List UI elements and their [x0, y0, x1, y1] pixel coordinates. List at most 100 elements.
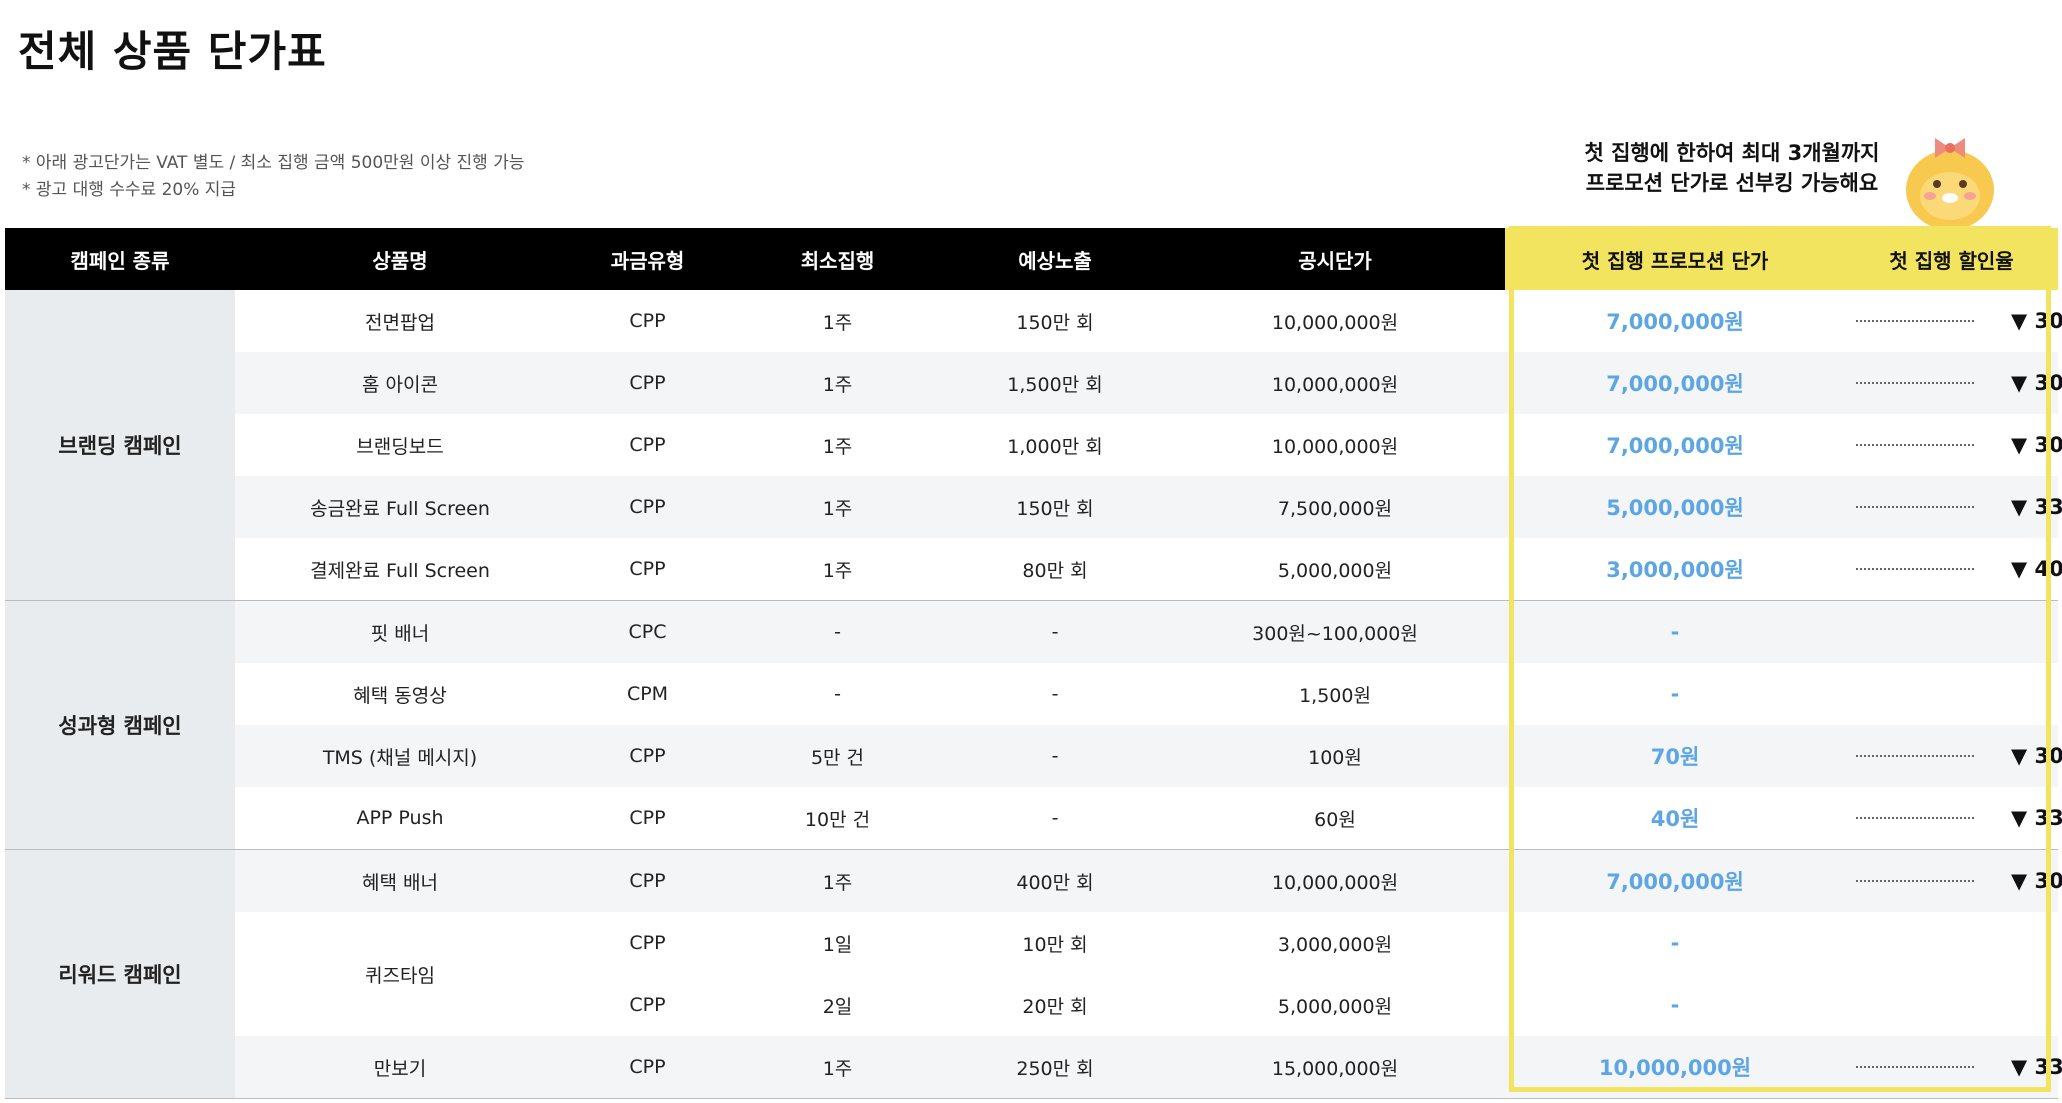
min-run-cell: 1주	[730, 849, 945, 912]
exposure-cell: 250만 회	[945, 1036, 1165, 1099]
header-category: 캠페인 종류	[5, 228, 235, 290]
promo-callout-line: 첫 집행에 한하여 최대 3개월까지	[1584, 141, 1880, 165]
discount-cell: ▼ 30%	[2011, 433, 2062, 457]
promo-price-cell: -	[1505, 600, 1845, 663]
min-run-cell: 1주	[730, 538, 945, 601]
dotted-leader	[1845, 787, 1985, 850]
promo-price-cell: 7,000,000원	[1505, 352, 1845, 414]
note-vat: * 아래 광고단가는 VAT 별도 / 최소 집행 금액 500만원 이상 진행…	[22, 153, 525, 173]
table-row: APP Push CPP 10만 건 - 60원 40원 ▼ 33%	[5, 787, 2062, 850]
min-run-cell: 1주	[730, 476, 945, 538]
discount-cell	[1985, 600, 2059, 663]
exposure-cell: -	[945, 725, 1165, 787]
exposure-cell: 150만 회	[1016, 311, 1094, 334]
list-price-cell: 10,000,000원	[1165, 849, 1505, 912]
header-discount: 첫 집행 할인율	[1845, 228, 2059, 290]
product-cell: 혜택 배너	[235, 849, 565, 912]
billing-cell: CPP	[565, 725, 730, 787]
product-cell: APP Push	[235, 787, 565, 850]
billing-cell: CPP	[629, 310, 666, 332]
discount-cell: ▼ 33%	[1985, 1036, 2062, 1099]
empty-cell	[1845, 663, 1985, 725]
product-cell: 퀴즈타임	[365, 964, 435, 987]
discount-cell: ▼ 40%	[1985, 538, 2062, 601]
list-price-cell: 3,000,000원	[1277, 933, 1393, 956]
exposure-cell: 1,500만 회	[945, 352, 1165, 414]
billing-cell: CPP	[629, 434, 666, 456]
min-run-cell: 1일	[822, 933, 853, 956]
list-price-cell: 100원	[1165, 725, 1505, 787]
category-cell: 리워드 캠페인	[5, 849, 235, 1099]
category-cell: 브랜딩 캠페인	[5, 290, 235, 601]
promo-callout-line: 프로모션 단가로 선부킹 가능해요	[1585, 171, 1879, 195]
table-row: 송금완료 Full Screen CPP 1주 150만 회 7,500,000…	[5, 476, 2062, 538]
discount-cell	[1985, 912, 2058, 974]
billing-cell: CPC	[565, 600, 730, 663]
table-row: TMS (채널 메시지) CPP 5만 건 - 100원 70원 ▼ 30%	[5, 725, 2062, 787]
promo-price-cell: 5,000,000원	[1505, 476, 1845, 538]
header-exposure: 예상노출	[945, 228, 1165, 290]
min-run-cell: -	[730, 600, 945, 663]
page-title: 전체 상품 단가표	[18, 27, 327, 76]
discount-cell: ▼ 33%	[1985, 476, 2062, 538]
list-price-cell: 1,500원	[1299, 684, 1371, 707]
list-price-cell: 5,000,000원	[1165, 538, 1505, 601]
promo-price-cell: -	[1670, 993, 1680, 1017]
exposure-cell: -	[1051, 683, 1059, 705]
list-price-cell: 15,000,000원	[1165, 1036, 1505, 1099]
empty-cell	[1845, 912, 1985, 974]
billing-cell: CPP	[629, 994, 666, 1016]
product-cell: 만보기	[235, 1036, 565, 1099]
note-commission: * 광고 대행 수수료 20% 지급	[22, 180, 237, 200]
list-price-cell: 300원~100,000원	[1165, 600, 1505, 663]
discount-cell: ▼ 30%	[1985, 849, 2062, 912]
table-row: 브랜딩보드 CPP 1주 1,000만 회 10,000,000원 7,000,…	[5, 414, 2062, 476]
promo-callout: 첫 집행에 한하여 최대 3개월까지 프로모션 단가로 선부킹 가능해요	[1582, 138, 1882, 198]
billing-cell: CPP	[565, 352, 730, 414]
table-row: 홈 아이콘 CPP 1주 1,500만 회 10,000,000원 7,000,…	[5, 352, 2062, 414]
exposure-cell: 1,000만 회	[1007, 435, 1103, 458]
min-run-cell: -	[834, 683, 841, 705]
category-cell: 성과형 캠페인	[5, 600, 235, 850]
billing-cell: CPP	[565, 787, 730, 850]
table-row: 만보기 CPP 1주 250만 회 15,000,000원 10,000,000…	[5, 1036, 2062, 1099]
min-run-cell: 1주	[730, 352, 945, 414]
notes: * 아래 광고단가는 VAT 별도 / 최소 집행 금액 500만원 이상 진행…	[22, 150, 524, 204]
empty-cell	[1845, 974, 1985, 1036]
table-row: 결제완료 Full Screen CPP 1주 80만 회 5,000,000원…	[5, 538, 2062, 601]
dotted-leader	[1845, 476, 1985, 538]
min-run-cell: 5만 건	[730, 725, 945, 787]
header-list-price: 공시단가	[1165, 228, 1505, 290]
exposure-cell: 400만 회	[945, 849, 1165, 912]
header-product: 상품명	[235, 228, 565, 290]
min-run-cell: 1주	[822, 311, 853, 334]
dotted-leader	[1845, 849, 1985, 912]
table-row: 성과형 캠페인 핏 배너 CPC - - 300원~100,000원 -	[5, 600, 2059, 850]
list-price-cell: 5,000,000원	[1277, 995, 1393, 1018]
billing-cell: CPP	[565, 476, 730, 538]
product-cell: TMS (채널 메시지)	[235, 725, 565, 787]
exposure-cell: -	[945, 787, 1165, 850]
lion-mascot-with-bow-icon	[1906, 138, 1994, 230]
product-cell: 홈 아이콘	[235, 352, 565, 414]
discount-cell: ▼ 30%	[1985, 352, 2062, 414]
exposure-cell: 80만 회	[945, 538, 1165, 601]
product-cell: 전면팝업	[365, 311, 435, 334]
table-row: 브랜딩 캠페인 전면팝업 CPP 1주 150만 회 10,000,000원 7…	[5, 290, 2062, 601]
min-run-cell: 2일	[822, 995, 853, 1018]
promo-price-cell: 3,000,000원	[1505, 538, 1845, 601]
exposure-cell: 20만 회	[1022, 995, 1088, 1018]
promo-price-cell: -	[1670, 682, 1680, 706]
discount-cell: ▼ 30%	[1985, 725, 2062, 787]
list-price-cell: 7,500,000원	[1165, 476, 1505, 538]
exposure-cell: 10만 회	[1022, 933, 1088, 956]
billing-cell: CPP	[565, 538, 730, 601]
dotted-leader	[1845, 352, 1985, 414]
list-price-cell: 10,000,000원	[1271, 435, 1399, 458]
promo-price-cell: 10,000,000원	[1505, 1036, 1845, 1099]
empty-cell	[1845, 600, 1985, 663]
billing-cell: CPP	[629, 932, 666, 954]
product-cell: 혜택 동영상	[353, 684, 447, 707]
discount-cell	[1985, 974, 2058, 1036]
promo-price-cell: -	[1670, 931, 1680, 955]
